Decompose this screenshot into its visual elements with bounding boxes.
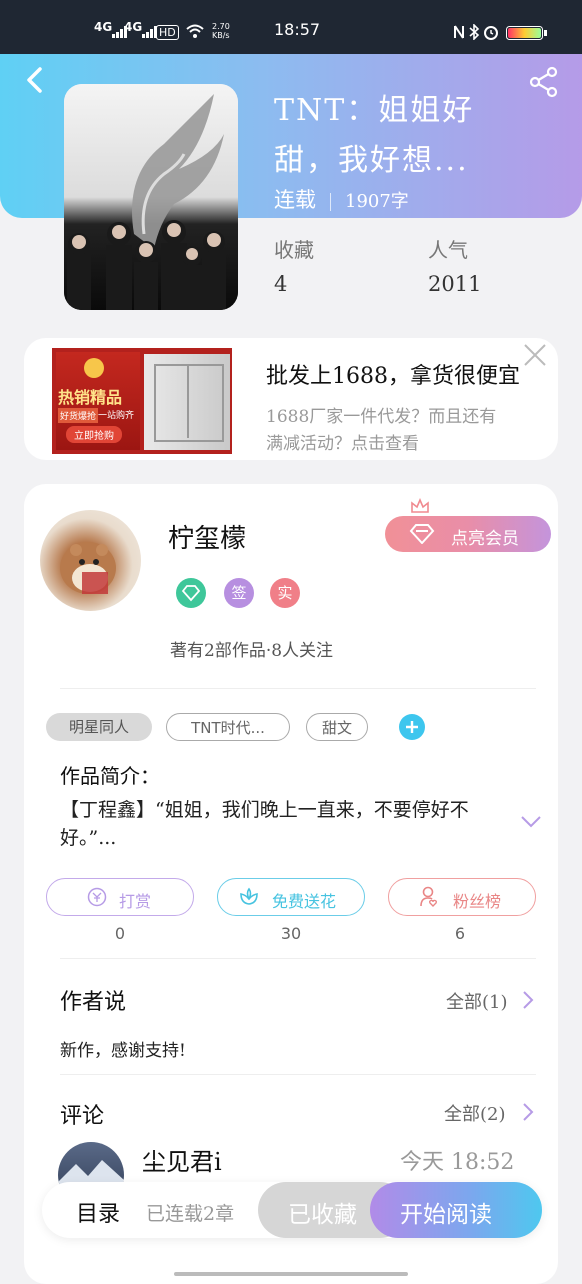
popularity-value: 2011	[428, 272, 482, 296]
author-avatar[interactable]	[40, 510, 141, 611]
crown-icon	[410, 497, 430, 518]
fan-ranking-label: 粉丝榜	[453, 892, 502, 911]
signed-badge[interactable]: 签	[224, 578, 254, 608]
book-title-line-1: TNT：姐姐好	[274, 93, 475, 128]
tag-item[interactable]: 明星同人	[46, 713, 152, 741]
ad-image-cta: 立即抢购	[66, 426, 122, 443]
flower-count: 30	[280, 924, 302, 943]
vip-label: 点亮会员	[451, 529, 519, 549]
ad-description: 1688厂家一件代发？而且还有 满减活动？点击查看	[266, 404, 558, 458]
reward-button[interactable]: 打赏	[46, 878, 194, 916]
reward-label: 打赏	[119, 892, 152, 911]
divider	[60, 688, 536, 689]
bottom-action-bar: 目录 已连载2章 已收藏 开始阅读	[42, 1182, 542, 1238]
flower-icon	[238, 886, 260, 912]
ad-title[interactable]: 批发上1688，拿货很便宜	[266, 358, 520, 390]
yen-coin-icon	[87, 887, 107, 911]
intro-text[interactable]: 【丁程鑫】“姐姐，我们晚上一直来，不要停好不好。”...	[60, 796, 500, 852]
fan-ranking-button[interactable]: 粉丝榜	[388, 878, 536, 916]
alarm-icon	[482, 24, 500, 44]
ad-banner[interactable]: 热销精品 好货爆抢 一站购齐 立即抢购 批发上1688，拿货很便宜 1688厂家…	[24, 338, 558, 460]
ad-image-heading: 热销精品	[58, 388, 123, 407]
ad-image-tag-2: 一站购齐	[98, 411, 135, 421]
commenter-name[interactable]: 尘见君i	[142, 1142, 222, 1177]
ad-logo-icon	[84, 358, 104, 378]
network-indicator-1: 4G	[94, 20, 113, 34]
ad-description-line-2: 满减活动？点击查看	[266, 434, 419, 454]
chapter-count: 已连载2章	[146, 1203, 235, 1225]
hd-badge: HD	[156, 25, 179, 40]
author-level-badge[interactable]	[176, 578, 206, 608]
book-cover-image[interactable]	[64, 84, 238, 310]
author-says-text: 新作，感谢支持!	[60, 1041, 186, 1061]
author-works-summary: 著有2部作品·8人关注	[170, 641, 334, 661]
status-bar: 4G 4G HD 2.70 KB/s 18:57	[0, 0, 582, 54]
share-icon[interactable]	[528, 66, 560, 98]
chevron-right-icon[interactable]	[522, 990, 534, 1014]
back-arrow-icon[interactable]	[22, 66, 50, 94]
author-says-title: 作者说	[60, 990, 127, 1015]
network-indicator-2: 4G	[124, 20, 143, 34]
start-reading-button[interactable]: 开始阅读	[370, 1182, 542, 1238]
book-title-line-2: 甜，我好想...	[274, 143, 469, 178]
chevron-right-icon[interactable]	[522, 1102, 534, 1126]
wifi-icon	[186, 24, 204, 42]
popularity-label: 人气	[428, 238, 468, 262]
start-reading-label: 开始阅读	[400, 1202, 492, 1228]
book-status-row: 连载 1907字	[274, 184, 409, 214]
favorites-value: 4	[274, 272, 288, 296]
divider	[60, 1074, 536, 1075]
ad-image-tag-1: 好货爆抢	[58, 408, 99, 423]
fan-count: 6	[454, 924, 466, 943]
comments-more-link[interactable]: 全部(2)	[444, 1100, 506, 1126]
reward-count: 0	[114, 924, 126, 943]
book-title: TNT：姐姐好 甜，我好想...	[274, 86, 524, 186]
comments-title: 评论	[60, 1104, 105, 1129]
favorites-label: 收藏	[274, 238, 314, 262]
bluetooth-icon	[468, 23, 480, 44]
intro-label: 作品简介：	[60, 764, 160, 788]
tag-item[interactable]: TNT时代...	[166, 713, 290, 741]
send-flower-label: 免费送花	[272, 892, 337, 911]
diamond-icon	[409, 524, 435, 549]
catalog-button[interactable]: 目录	[76, 1196, 120, 1228]
word-count: 1907字	[345, 191, 409, 212]
expand-chevron-icon[interactable]	[520, 814, 542, 833]
add-tag-icon[interactable]	[399, 714, 425, 740]
battery-icon	[506, 26, 548, 44]
send-flower-button[interactable]: 免费送花	[217, 878, 365, 916]
tag-item[interactable]: 甜文	[306, 713, 368, 741]
vip-button[interactable]: 点亮会员	[385, 516, 551, 552]
ad-close-icon[interactable]	[522, 342, 548, 368]
verified-badge[interactable]: 实	[270, 578, 300, 608]
serial-status: 连载	[274, 188, 316, 212]
status-divider	[330, 192, 331, 211]
ad-product-image	[144, 354, 230, 450]
divider	[60, 958, 536, 959]
nfc-icon	[452, 24, 466, 44]
gesture-nav-bar[interactable]	[174, 1272, 408, 1276]
author-says-more-link[interactable]: 全部(1)	[446, 988, 508, 1014]
author-name[interactable]: 柠玺檬	[168, 518, 246, 555]
ad-image[interactable]: 热销精品 好货爆抢 一站购齐 立即抢购	[52, 348, 232, 454]
clock-time: 18:57	[274, 20, 321, 39]
ad-description-line-1: 1688厂家一件代发？而且还有	[266, 407, 497, 427]
fan-user-icon	[419, 886, 441, 912]
network-speed: 2.70 KB/s	[212, 22, 230, 40]
collected-label: 已收藏	[288, 1202, 357, 1228]
comment-time: 今天 18:52	[400, 1150, 515, 1175]
